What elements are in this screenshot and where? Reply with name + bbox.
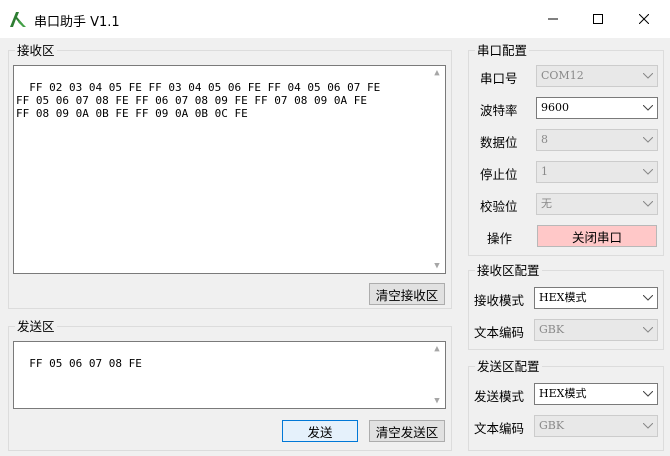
- chevron-down-icon: [639, 66, 657, 86]
- send-button[interactable]: 发送: [282, 420, 358, 442]
- parity-select[interactable]: 无: [536, 193, 658, 215]
- scroll-up-icon[interactable]: ▲: [432, 344, 442, 354]
- scroll-down-icon[interactable]: ▼: [432, 396, 442, 406]
- chevron-down-icon: [639, 320, 657, 340]
- minimize-icon: [548, 18, 558, 20]
- port-label: 串口号: [480, 71, 518, 86]
- chevron-down-icon: [639, 130, 657, 150]
- baud-select[interactable]: 9600: [536, 97, 658, 119]
- close-icon: [639, 14, 649, 24]
- send-textarea[interactable]: FF 05 06 07 08 FE ▲ ▼: [13, 341, 446, 409]
- operation-label: 操作: [487, 231, 513, 246]
- close-button[interactable]: [621, 0, 667, 38]
- send-scrollbar[interactable]: ▲ ▼: [429, 342, 445, 408]
- databits-value: 8: [541, 133, 548, 146]
- send-encoding-label: 文本编码: [474, 421, 525, 436]
- receive-content: FF 02 03 04 05 FE FF 03 04 05 06 FE FF 0…: [16, 81, 381, 120]
- minimize-button[interactable]: [530, 0, 576, 38]
- chevron-down-icon: [639, 194, 657, 214]
- clear-receive-button[interactable]: 清空接收区: [369, 283, 445, 305]
- send-mode-select[interactable]: HEX模式: [534, 383, 658, 405]
- title-bar: 串口助手 V1.1: [0, 0, 670, 38]
- send-encoding-select[interactable]: GBK: [534, 415, 658, 437]
- send-mode-label: 发送模式: [474, 389, 525, 404]
- chevron-down-icon: [639, 162, 657, 182]
- app-icon: [10, 12, 26, 27]
- receive-config-title: 接收区配置: [475, 263, 542, 278]
- maximize-icon: [593, 14, 603, 24]
- maximize-button[interactable]: [575, 0, 621, 38]
- serial-config-title: 串口配置: [475, 43, 530, 58]
- receive-encoding-value: GBK: [539, 323, 565, 336]
- receive-scrollbar[interactable]: ▲ ▼: [429, 66, 445, 273]
- receive-textarea[interactable]: FF 02 03 04 05 FE FF 03 04 05 06 FE FF 0…: [13, 65, 446, 274]
- port-value: COM12: [541, 69, 584, 82]
- receive-group-title: 接收区: [15, 43, 57, 58]
- port-select[interactable]: COM12: [536, 65, 658, 87]
- chevron-down-icon: [639, 288, 657, 308]
- chevron-down-icon: [639, 416, 657, 436]
- chevron-down-icon: [639, 384, 657, 404]
- receive-mode-value: HEX模式: [539, 291, 587, 304]
- scroll-down-icon[interactable]: ▼: [432, 261, 442, 271]
- window-title: 串口助手 V1.1: [34, 15, 120, 30]
- scroll-up-icon[interactable]: ▲: [432, 68, 442, 78]
- receive-mode-select[interactable]: HEX模式: [534, 287, 658, 309]
- databits-select[interactable]: 8: [536, 129, 658, 151]
- baud-value: 9600: [541, 101, 569, 114]
- close-port-button[interactable]: 关闭串口: [537, 225, 657, 247]
- send-content: FF 05 06 07 08 FE: [29, 357, 142, 370]
- send-encoding-value: GBK: [539, 419, 565, 432]
- stopbits-select[interactable]: 1: [536, 161, 658, 183]
- send-config-group: 发送区配置: [468, 359, 664, 451]
- send-group-title: 发送区: [15, 319, 57, 334]
- parity-value: 无: [541, 197, 552, 210]
- stopbits-label: 停止位: [480, 167, 518, 182]
- chevron-down-icon: [639, 98, 657, 118]
- parity-label: 校验位: [480, 199, 518, 214]
- baud-label: 波特率: [480, 103, 518, 118]
- receive-encoding-label: 文本编码: [474, 325, 525, 340]
- databits-label: 数据位: [480, 135, 518, 150]
- receive-mode-label: 接收模式: [474, 293, 525, 308]
- clear-send-button[interactable]: 清空发送区: [369, 420, 445, 442]
- send-mode-value: HEX模式: [539, 387, 587, 400]
- stopbits-value: 1: [541, 165, 548, 178]
- receive-encoding-select[interactable]: GBK: [534, 319, 658, 341]
- send-config-title: 发送区配置: [475, 359, 542, 374]
